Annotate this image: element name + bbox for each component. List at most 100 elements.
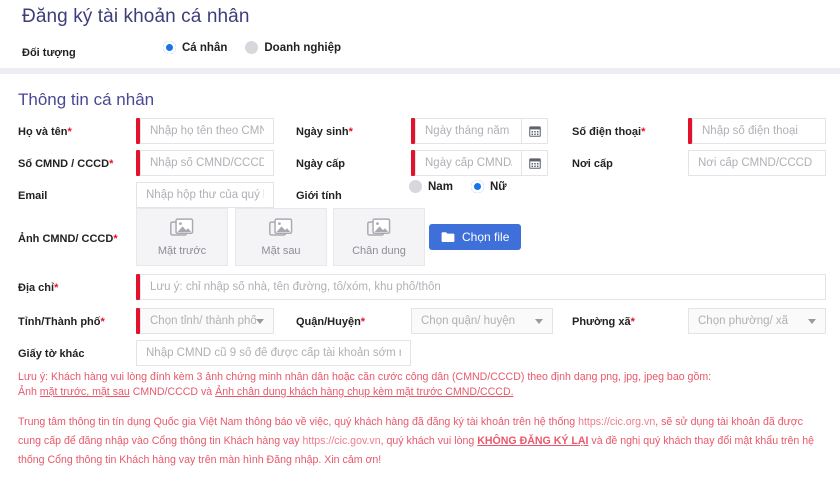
required-mark: * bbox=[67, 126, 72, 138]
field-issueplace[interactable]: Nơi cấp CMND/CCCD bbox=[688, 150, 826, 176]
field-issuedate[interactable]: Ngày cấp CMND/( bbox=[411, 150, 548, 176]
radio-indicator-nu[interactable] bbox=[470, 180, 484, 193]
radio-option-ca-nhan[interactable]: Cá nhân bbox=[163, 41, 227, 54]
photo-notice-line1: Lưu ý: Khách hàng vui lòng đính kèm 3 ản… bbox=[18, 371, 712, 383]
select-district[interactable]: Chọn quận/ huyện bbox=[411, 308, 553, 334]
placeholder-district: Chọn quận/ huyện bbox=[421, 315, 515, 327]
photo-notice-l2-u2: Ảnh chân dung khách hàng chụp kèm mặt tr… bbox=[215, 386, 514, 398]
cic-l2-c: và đề nghị quý khách thay đổi mật khẩu t… bbox=[588, 435, 815, 447]
placeholder-fullname: Nhập họ tên theo CMND bbox=[150, 125, 264, 137]
placeholder-otherdocs: Nhập CMND cũ 9 số để được cấp tài khoản … bbox=[146, 347, 401, 359]
input-otherdocs[interactable]: Nhập CMND cũ 9 số để được cấp tài khoản … bbox=[136, 340, 411, 366]
folder-icon-svg bbox=[441, 232, 455, 242]
label-email: Email bbox=[18, 190, 48, 202]
required-mark: * bbox=[348, 126, 353, 138]
photo-notice-line2: Ảnh mặt trước, mặt sau CMND/CCCD và Ảnh … bbox=[18, 385, 514, 400]
label-issueplace: Nơi cấp bbox=[572, 158, 613, 170]
calendar-icon bbox=[528, 126, 541, 137]
registration-page: Đăng ký tài khoản cá nhân Đối tượng Cá n… bbox=[0, 0, 840, 500]
placeholder-address: Lưu ý: chỉ nhập số nhà, tên đường, tổ/xó… bbox=[150, 281, 441, 293]
radio-indicator-doanh-nghiep[interactable] bbox=[245, 41, 259, 54]
label-photos: Ảnh CMND/ CCCD* bbox=[18, 233, 118, 245]
chevron-down-icon bbox=[808, 318, 816, 324]
field-phone[interactable]: Nhập số điện thoại bbox=[688, 118, 826, 144]
folder-icon bbox=[441, 231, 455, 243]
cic-l2-a: cung cấp để đăng nhập vào Cổng thông tin… bbox=[18, 435, 303, 447]
input-issueplace[interactable]: Nơi cấp CMND/CCCD bbox=[688, 150, 826, 176]
section-title: Thông tin cá nhân bbox=[18, 90, 155, 109]
field-province[interactable]: Chọn tỉnh/ thành phố bbox=[136, 308, 274, 334]
field-idnumber[interactable]: Nhập số CMND/CCCD bbox=[136, 150, 274, 176]
choose-file-button[interactable]: Chọn file bbox=[429, 224, 522, 250]
chevron-down-icon bbox=[535, 318, 543, 324]
subject-label: Đối tượng bbox=[22, 47, 76, 59]
input-issuedate[interactable]: Ngày cấp CMND/( bbox=[415, 150, 522, 176]
label-birthdate: Ngày sinh* bbox=[296, 126, 353, 138]
required-mark: * bbox=[641, 126, 646, 138]
field-birthdate[interactable]: Ngày tháng năm s bbox=[411, 118, 548, 144]
radio-label-nam: Nam bbox=[428, 180, 453, 193]
cic-l1-a: Trung tâm thông tin tín dụng Quốc gia Vi… bbox=[18, 416, 579, 428]
cic-link-org[interactable]: https://cic.org.vn bbox=[578, 416, 655, 428]
placeholder-idnumber: Nhập số CMND/CCCD bbox=[150, 157, 264, 169]
calendar-icon-issuedate[interactable] bbox=[522, 150, 548, 176]
header-card: Đăng ký tài khoản cá nhân Đối tượng Cá n… bbox=[0, 0, 840, 68]
cic-notice-line2: cung cấp để đăng nhập vào Cổng thông tin… bbox=[18, 434, 814, 449]
input-email[interactable]: Nhập hộp thư của quý kh bbox=[136, 182, 274, 208]
input-idnumber[interactable]: Nhập số CMND/CCCD bbox=[140, 150, 274, 176]
radio-option-nu[interactable]: Nữ bbox=[470, 180, 507, 193]
cic-l2-b: , quý khách vui lòng bbox=[380, 435, 478, 447]
cic-l2-emphasis: KHÔNG ĐĂNG KÝ LẠI bbox=[477, 435, 589, 447]
required-mark: * bbox=[100, 316, 105, 328]
input-birthdate[interactable]: Ngày tháng năm s bbox=[415, 118, 522, 144]
photo-notice-l2-a: Ảnh bbox=[18, 386, 40, 398]
radio-option-nam[interactable]: Nam bbox=[409, 180, 453, 193]
image-stack-icon bbox=[367, 217, 391, 236]
cic-l1-b: , sẽ sử dụng tài khoản đã được bbox=[655, 416, 803, 428]
field-district[interactable]: Chọn quận/ huyện bbox=[411, 308, 553, 334]
field-address[interactable]: Lưu ý: chỉ nhập số nhà, tên đường, tổ/xó… bbox=[136, 274, 826, 300]
radio-indicator-ca-nhan[interactable] bbox=[163, 41, 176, 54]
label-ward: Phường xã* bbox=[572, 316, 635, 328]
calendar-icon bbox=[528, 158, 541, 169]
subject-radio-group[interactable]: Cá nhân Doanh nghiệp bbox=[163, 41, 359, 54]
placeholder-province: Chọn tỉnh/ thành phố bbox=[150, 315, 256, 327]
input-phone[interactable]: Nhập số điện thoại bbox=[692, 118, 826, 144]
field-fullname[interactable]: Nhập họ tên theo CMND bbox=[136, 118, 274, 144]
field-otherdocs[interactable]: Nhập CMND cũ 9 số để được cấp tài khoản … bbox=[136, 340, 411, 366]
cic-notice-line3: thống Cổng thông tin Khách hàng vay trên… bbox=[18, 454, 382, 466]
input-fullname[interactable]: Nhập họ tên theo CMND bbox=[140, 118, 274, 144]
placeholder-issuedate: Ngày cấp CMND/( bbox=[425, 157, 512, 169]
placeholder-birthdate: Ngày tháng năm s bbox=[425, 125, 512, 137]
placeholder-phone: Nhập số điện thoại bbox=[702, 125, 798, 137]
upload-box-mat-truoc[interactable]: Mặt trước bbox=[136, 208, 228, 266]
field-ward[interactable]: Chọn phường/ xã bbox=[688, 308, 826, 334]
radio-indicator-nam[interactable] bbox=[409, 180, 422, 193]
radio-label-nu: Nữ bbox=[489, 180, 507, 193]
placeholder-ward: Chọn phường/ xã bbox=[698, 315, 789, 327]
radio-label-doanh-nghiep: Doanh nghiệp bbox=[264, 41, 342, 54]
upload-caption-mat-truoc: Mặt trước bbox=[157, 244, 207, 257]
select-ward[interactable]: Chọn phường/ xã bbox=[688, 308, 826, 334]
label-district: Quận/Huyện* bbox=[296, 316, 366, 328]
cic-link-gov[interactable]: https://cic.gov.vn bbox=[303, 435, 381, 447]
page-title: Đăng ký tài khoản cá nhân bbox=[22, 6, 250, 27]
radio-option-doanh-nghiep[interactable]: Doanh nghiệp bbox=[245, 41, 341, 54]
required-mark: * bbox=[630, 316, 635, 328]
image-stack-icon bbox=[269, 217, 293, 236]
required-mark: * bbox=[54, 282, 59, 294]
required-mark: * bbox=[109, 158, 114, 170]
label-gender: Giới tính bbox=[296, 190, 342, 202]
select-province[interactable]: Chọn tỉnh/ thành phố bbox=[140, 308, 274, 334]
label-issuedate: Ngày cấp bbox=[296, 158, 345, 170]
label-idnumber: Số CMND / CCCD* bbox=[18, 158, 114, 170]
upload-box-mat-sau[interactable]: Mặt sau bbox=[235, 208, 327, 266]
chevron-down-icon bbox=[256, 318, 264, 324]
gender-radio-group[interactable]: Nam Nữ bbox=[409, 180, 525, 193]
calendar-icon-birthdate[interactable] bbox=[522, 118, 548, 144]
upload-box-chan-dung[interactable]: Chân dung bbox=[333, 208, 425, 266]
personal-info-card: Thông tin cá nhân Họ và tên* Nhập họ tên… bbox=[0, 74, 840, 500]
input-address[interactable]: Lưu ý: chỉ nhập số nhà, tên đường, tổ/xó… bbox=[140, 274, 826, 300]
field-email[interactable]: Nhập hộp thư của quý kh bbox=[136, 182, 274, 208]
label-phone: Số điện thoại* bbox=[572, 126, 646, 138]
